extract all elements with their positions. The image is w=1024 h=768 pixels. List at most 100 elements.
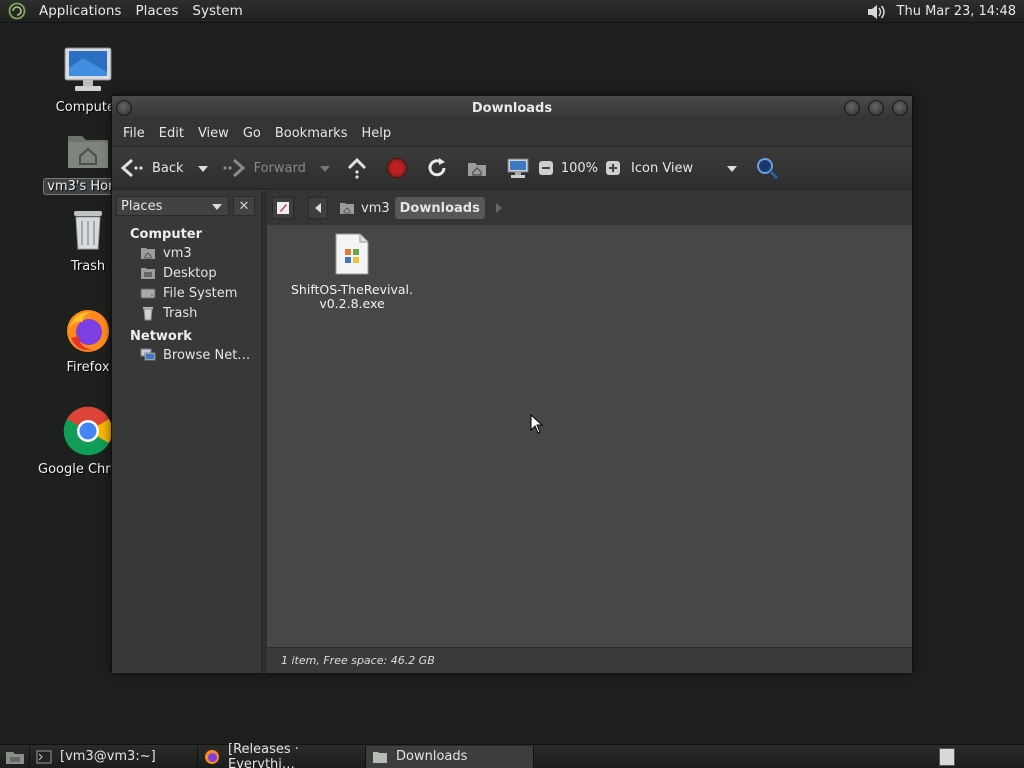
sidebar: Places ✕ Computer vm3 Desktop File Syste… xyxy=(112,191,262,673)
task-label: [Releases · Everythi… xyxy=(228,741,299,768)
task-label: [vm3@vm3:~] xyxy=(60,749,156,764)
window-menu-button[interactable] xyxy=(116,100,132,116)
forward-button[interactable]: Forward xyxy=(222,157,306,179)
show-desktop-icon[interactable] xyxy=(0,745,30,768)
home-icon[interactable] xyxy=(466,157,488,179)
places-menu[interactable]: Places xyxy=(128,0,185,23)
drive-icon xyxy=(140,285,156,301)
folder-icon xyxy=(372,749,388,765)
sidebar-item-file-system[interactable]: File System xyxy=(112,283,261,303)
crumb-downloads[interactable]: Downloads xyxy=(394,197,485,219)
task-label: Downloads xyxy=(396,749,468,764)
sidebar-item-label: Desktop xyxy=(163,265,217,281)
mouse-cursor-icon xyxy=(530,413,544,438)
sidebar-item-desktop[interactable]: Desktop xyxy=(112,263,261,283)
menu-bookmarks[interactable]: Bookmarks xyxy=(268,126,355,141)
toolbar: Back Forward 100% Icon View xyxy=(112,146,912,190)
crumb-label: vm3 xyxy=(361,200,390,216)
chevron-down-icon xyxy=(212,199,222,214)
sidebar-item-trash[interactable]: Trash xyxy=(112,303,261,323)
top-panel-tray: Thu Mar 23, 14:48 xyxy=(865,0,1020,23)
clock[interactable]: Thu Mar 23, 14:48 xyxy=(897,4,1016,19)
search-icon[interactable] xyxy=(755,156,779,180)
close-button[interactable] xyxy=(892,100,908,116)
reload-icon[interactable] xyxy=(426,157,448,179)
desktop-icon-label: Trash xyxy=(70,259,106,274)
status-text: 1 item, Free space: 46.2 GB xyxy=(281,654,435,667)
view-mode-label: Icon View xyxy=(631,160,694,176)
location-bar: vm3 Downloads xyxy=(267,191,912,225)
chevron-down-icon xyxy=(727,161,738,176)
sidebar-item-label: Browse Net… xyxy=(163,347,251,363)
file-view[interactable]: ShiftOS-TheRevival. v0.2.8.exe xyxy=(267,225,912,647)
home-folder-icon xyxy=(140,245,156,261)
sidebar-item-vm3[interactable]: vm3 xyxy=(112,243,261,263)
sidebar-group-network: Network xyxy=(130,329,192,344)
forward-label: Forward xyxy=(253,160,306,176)
file-name-line: v0.2.8.exe xyxy=(319,296,385,311)
forward-history-dropdown[interactable] xyxy=(319,161,330,176)
file-name-line: ShiftOS-TheRevival. xyxy=(291,282,413,297)
forward-arrow-icon xyxy=(222,157,246,179)
system-menu[interactable]: System xyxy=(185,0,249,23)
desktop-icon-label: Firefox xyxy=(66,360,110,375)
back-button[interactable]: Back xyxy=(120,157,184,179)
crumb-vm3[interactable]: vm3 xyxy=(334,197,395,219)
task-downloads[interactable]: Downloads xyxy=(366,745,534,768)
sidebar-group-computer: Computer xyxy=(130,227,203,242)
distro-logo-icon[interactable] xyxy=(6,0,28,22)
view-mode-select[interactable]: Icon View xyxy=(631,160,738,176)
terminal-icon xyxy=(36,749,52,765)
back-history-dropdown[interactable] xyxy=(197,161,208,176)
file-manager-window: Downloads File Edit View Go Bookmarks He… xyxy=(111,95,913,673)
zoom-in-icon[interactable] xyxy=(605,160,621,176)
desktop-folder-icon xyxy=(140,265,156,281)
zoom-out-icon[interactable] xyxy=(538,160,554,176)
sidebar-item-label: vm3 xyxy=(163,245,192,261)
maximize-button[interactable] xyxy=(868,100,884,116)
task-firefox[interactable]: [Releases · Everythi… xyxy=(198,742,366,768)
stop-icon[interactable] xyxy=(386,157,408,179)
window-title: Downloads xyxy=(471,100,553,116)
back-label: Back xyxy=(152,160,184,176)
minimize-button[interactable] xyxy=(844,100,860,116)
file-name: ShiftOS-TheRevival. v0.2.8.exe xyxy=(287,283,417,311)
menu-edit[interactable]: Edit xyxy=(152,126,191,141)
firefox-icon xyxy=(204,749,220,765)
menu-file[interactable]: File xyxy=(116,126,152,141)
executable-file-icon xyxy=(334,233,370,279)
sidebar-header: Places ✕ xyxy=(112,191,261,221)
top-menu: Applications Places System xyxy=(0,0,250,23)
back-arrow-icon xyxy=(120,157,144,179)
trash-icon xyxy=(140,305,156,321)
task-terminal[interactable]: [vm3@vm3:~] xyxy=(30,745,198,768)
sidebar-item-browse-network[interactable]: Browse Net… xyxy=(112,345,261,365)
status-bar: 1 item, Free space: 46.2 GB xyxy=(267,647,912,673)
menu-help[interactable]: Help xyxy=(354,126,398,141)
sidebar-pane-select[interactable]: Places xyxy=(116,196,229,216)
top-panel: Applications Places System Thu Mar 23, 1… xyxy=(0,0,1024,23)
computer-icon[interactable] xyxy=(506,157,530,179)
network-icon xyxy=(140,347,156,363)
bottom-panel: [vm3@vm3:~] [Releases · Everythi… Downlo… xyxy=(0,742,1024,768)
path-scroll-left-icon[interactable] xyxy=(308,197,328,219)
menu-view[interactable]: View xyxy=(191,126,236,141)
computer-icon xyxy=(38,46,138,98)
home-folder-icon xyxy=(339,201,355,215)
zoom-level[interactable]: 100% xyxy=(561,161,598,176)
close-sidebar-icon[interactable]: ✕ xyxy=(233,196,255,216)
window-titlebar[interactable]: Downloads xyxy=(112,96,912,120)
sidebar-item-label: Trash xyxy=(163,305,198,321)
sidebar-pane-label: Places xyxy=(121,198,163,214)
sidebar-item-label: File System xyxy=(163,285,238,301)
file-item[interactable]: ShiftOS-TheRevival. v0.2.8.exe xyxy=(287,233,417,311)
volume-icon[interactable] xyxy=(865,2,887,22)
workspace-switcher[interactable] xyxy=(939,748,955,766)
edit-location-icon[interactable] xyxy=(272,197,294,219)
applications-menu[interactable]: Applications xyxy=(32,0,128,23)
up-arrow-icon[interactable] xyxy=(346,157,368,179)
crumb-label: Downloads xyxy=(399,200,480,216)
menubar: File Edit View Go Bookmarks Help xyxy=(112,120,912,146)
path-scroll-right-icon[interactable] xyxy=(489,197,509,219)
menu-go[interactable]: Go xyxy=(236,126,268,141)
